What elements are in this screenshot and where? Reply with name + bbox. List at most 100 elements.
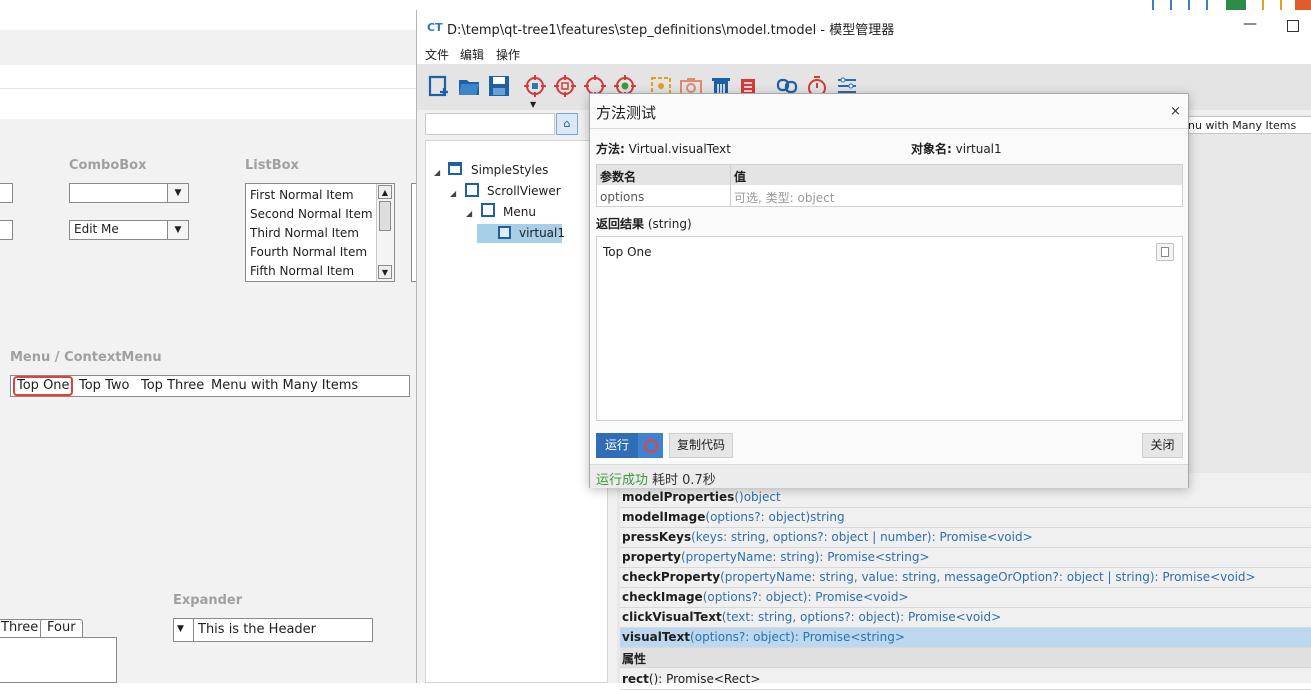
maximize-icon[interactable] [1287,20,1299,32]
window-title: D:\temp\qt-tree1\features\step_definitio… [447,23,895,38]
menu-item-top-one[interactable]: Top One [17,378,70,393]
status-success: 运行成功 [596,473,649,488]
menu-file[interactable]: 文件 [425,46,449,63]
menu-action[interactable]: 操作 [496,46,520,63]
result-output[interactable]: Top One [596,236,1183,421]
status-bar: 运行成功 耗时 0.7秒 [590,464,1188,488]
method-signature: (text: string, options?: object): Promis… [721,610,1002,624]
menu-icon [481,203,495,217]
tree-search-input[interactable] [425,113,555,135]
listbox[interactable]: First Normal Item Second Normal Item Thi… [245,183,395,282]
copy-code-button[interactable]: 复制代码 [669,433,733,458]
left-textbox-1[interactable] [0,183,13,203]
method-value: Virtual.visualText [628,142,731,156]
method-row[interactable]: property(propertyName: string): Promise<… [620,548,1311,568]
expand-arrow-icon[interactable]: ◢ [434,168,440,177]
parameter-table: 参数名 值 options 可选, 类型: object [596,164,1183,207]
combobox-editable[interactable]: Edit Me ▼ [69,220,189,240]
method-name: checkProperty [622,570,721,584]
method-signature: ()object [734,490,781,504]
tree-node-virtual1[interactable]: virtual1 [519,226,565,240]
list-item[interactable]: Third Normal Item [250,226,359,240]
menu-item-many-items[interactable]: Menu with Many Items [211,378,358,393]
column-divider [730,165,731,206]
open-folder-icon[interactable] [457,74,481,98]
method-name: modelProperties [622,490,735,504]
param-value-input[interactable]: 可选, 类型: object [734,189,1174,206]
property-signature: (): Promise<Rect> [648,672,761,686]
method-signature: (propertyName: string): Promise<string> [680,550,930,564]
result-label: 返回结果 (string) [596,215,692,232]
scroll-thumb[interactable] [379,201,391,231]
menu-edit[interactable]: 编辑 [460,46,484,63]
tree-node-menu[interactable]: Menu [503,205,536,219]
method-row[interactable]: clickVisualText(text: string, options?: … [620,608,1311,628]
dropdown-arrow-icon[interactable]: ▼ [167,221,188,239]
copy-icon[interactable] [1156,243,1174,261]
new-model-icon[interactable] [427,74,451,98]
locate-tree-icon[interactable]: ⌂ [556,113,578,135]
method-name: checkImage [622,590,703,604]
property-name: rect [622,672,649,686]
demo-menubar: Top One Top Two Top Three Menu with Many… [10,375,410,397]
scroll-up-icon[interactable]: ▲ [378,185,392,199]
method-signature: (propertyName: string, value: string, me… [720,570,1256,584]
method-row[interactable]: modelProperties()object [620,488,1311,508]
save-icon[interactable] [487,74,511,98]
background-app-window: ComboBox ListBox ▼ Edit Me ▼ First Norma… [0,0,420,683]
list-item[interactable]: Fourth Normal Item [250,245,367,259]
scroll-down-icon[interactable]: ▼ [378,265,392,279]
toolbar-dropdown-icon[interactable]: ▼ [530,100,536,109]
window-titlebar: CT D:\temp\qt-tree1\features\step_defini… [417,10,1311,44]
method-name: pressKeys [622,530,692,544]
combobox-empty[interactable]: ▼ [69,183,189,203]
left-textbox-2[interactable] [0,220,13,240]
menu-item-top-two[interactable]: Top Two [79,378,129,393]
tree-node-scrollviewer[interactable]: ScrollViewer [487,184,561,198]
method-row-selected[interactable]: visualText(options?: object): Promise<st… [620,628,1311,648]
method-row[interactable]: checkProperty(propertyName: string, valu… [620,568,1311,588]
stop-icon [644,439,658,453]
virtual-icon [498,226,511,239]
object-name-header: nu with Many Items [1185,116,1311,134]
list-item[interactable]: Fifth Normal Item [250,264,354,278]
tab-four[interactable]: Four [40,619,83,637]
close-button[interactable]: 关闭 [1142,433,1183,458]
expander[interactable]: ▼ This is the Header [173,618,373,642]
close-icon[interactable]: × [1170,104,1181,119]
tree-node-simplestyles[interactable]: SimpleStyles [471,163,548,177]
expander-arrow-icon[interactable]: ▼ [177,624,184,634]
method-test-dialog: 方法测试 × 方法: Virtual.visualText 对象名: virtu… [589,93,1189,488]
list-item[interactable]: First Normal Item [250,188,354,202]
minimize-icon[interactable]: — [1243,16,1257,32]
listbox-scrollbar[interactable]: ▲ ▼ [376,184,394,281]
property-row[interactable]: rect(): Promise<Rect> [620,670,1311,690]
add-image-object-icon[interactable] [553,74,577,98]
tab-three[interactable]: Three [0,619,46,637]
method-row[interactable]: pressKeys(keys: string, options?: object… [620,528,1311,548]
list-item[interactable]: Second Normal Item [250,207,373,221]
param-name: options [600,190,645,204]
add-windows-object-icon[interactable] [523,74,547,98]
stop-button[interactable] [638,433,663,458]
expand-arrow-icon[interactable]: ◢ [450,189,456,198]
method-name: clickVisualText [622,610,722,624]
combobox-section-title: ComboBox [69,158,147,173]
method-row[interactable]: modelImage(options?: object)string [620,508,1311,528]
object-info: 对象名: virtual1 [911,140,1002,157]
expand-arrow-icon[interactable]: ◢ [466,209,472,218]
menu-item-top-three[interactable]: Top Three [141,378,204,393]
expander-header[interactable]: This is the Header [198,622,316,637]
method-info: 方法: Virtual.visualText [596,140,731,157]
bg-top-band [0,30,420,65]
method-signature: (options?: object): Promise<string> [690,630,905,644]
dropdown-arrow-icon[interactable]: ▼ [167,184,188,202]
object-label: 对象名: [911,142,952,156]
object-value: virtual1 [955,142,1002,156]
parameter-table-header [597,165,1182,185]
run-button[interactable]: 运行 [596,433,638,458]
method-row[interactable]: checkImage(options?: object): Promise<vo… [620,588,1311,608]
combobox-editable-value[interactable]: Edit Me [74,222,119,236]
properties-section-header: 属性 [620,648,1311,668]
tab-panel [0,637,117,683]
